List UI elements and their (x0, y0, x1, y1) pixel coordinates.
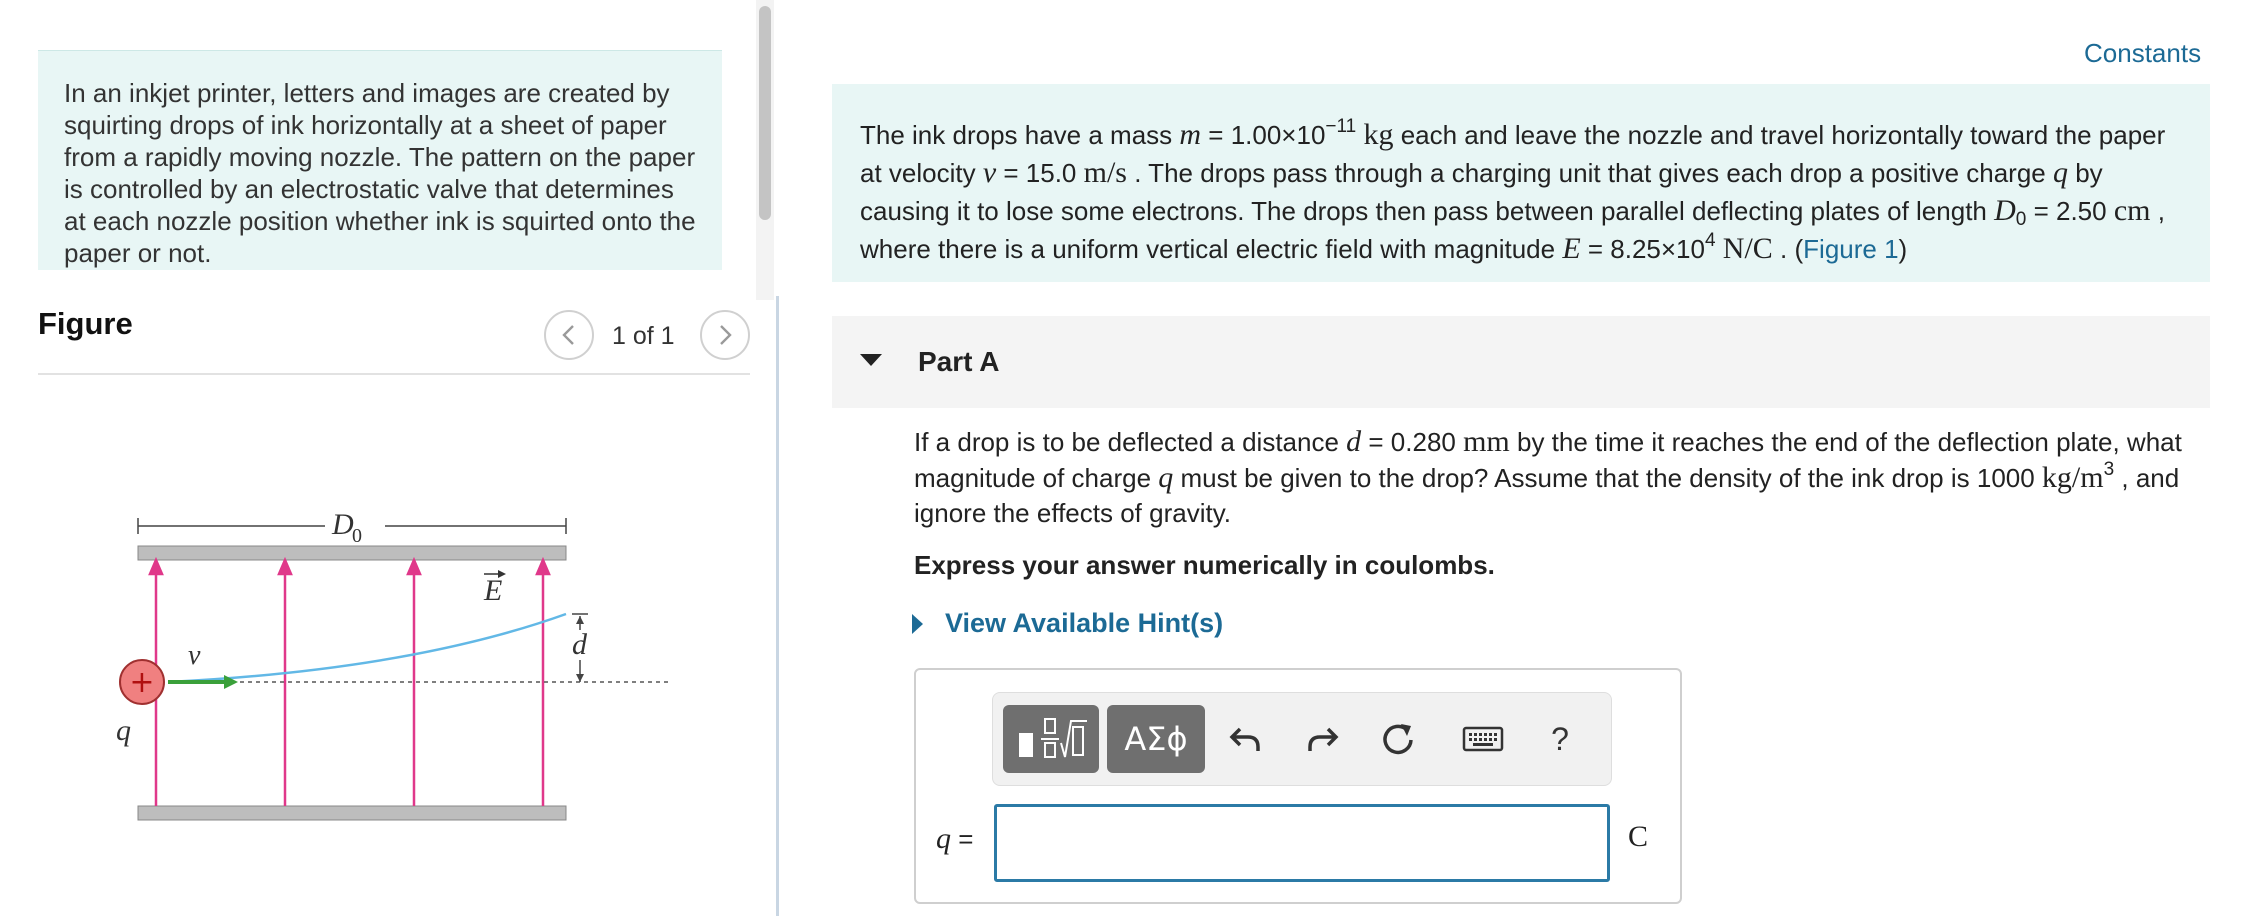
deflection-label: d (572, 628, 588, 661)
question-segment: If a drop is to be deflected a distance (914, 427, 1347, 457)
bottom-plate (137, 805, 567, 821)
scrollbar[interactable] (756, 0, 774, 300)
part-title: Part A (918, 346, 1000, 377)
expand-caret-icon[interactable] (912, 613, 923, 634)
reset-button[interactable] (1373, 713, 1423, 765)
deflection-symbol: d (1346, 425, 1362, 458)
fraction-sqrt-template-icon (1019, 718, 1087, 758)
answer-unit: C (1628, 820, 1649, 853)
mass-exponent: −11 (1325, 116, 1357, 137)
velocity-symbol: v (982, 156, 997, 189)
problem-text: = 8.25×10 (1580, 234, 1705, 264)
redo-button[interactable] (1297, 713, 1347, 765)
question-text: If a drop is to be deflected a distance … (914, 424, 2214, 531)
field-exponent: 4 (1704, 230, 1716, 251)
field-symbol: E (1562, 232, 1581, 265)
deflecting-plates-figure: D 0 E d v + q (116, 508, 672, 821)
length-label: D (331, 508, 354, 541)
greek-symbols-button[interactable]: ΑΣϕ (1107, 705, 1205, 773)
chevron-right-icon (720, 325, 732, 345)
answer-symbol: q (936, 822, 951, 855)
length-label-subscript: 0 (352, 525, 362, 547)
part-a-header[interactable]: Part A (832, 316, 2210, 408)
figure-link[interactable]: Figure 1 (1803, 234, 1898, 264)
undo-button[interactable] (1221, 713, 1271, 765)
next-figure-button[interactable] (700, 310, 750, 360)
question-segment: = 0.280 (1361, 427, 1464, 457)
keyboard-button[interactable] (1453, 713, 1513, 765)
density-unit: kg/m (2041, 461, 2104, 494)
density-exponent: 3 (2103, 459, 2115, 480)
plus-sign: + (129, 665, 154, 700)
charge-symbol: q (2052, 156, 2068, 189)
deflection-unit: mm (1463, 425, 1510, 458)
charge-symbol: q (1158, 461, 1174, 494)
figure-divider (38, 373, 750, 375)
left-pane: In an inkjet printer, letters and images… (0, 0, 780, 916)
answer-equals: = (951, 824, 974, 854)
answer-input[interactable] (994, 804, 1610, 882)
undo-icon (1229, 727, 1260, 751)
keyboard-icon (1462, 726, 1504, 752)
problem-text: ) (1898, 234, 1908, 264)
collapse-caret-icon[interactable] (860, 354, 882, 366)
problem-text: . The drops pass through a charging unit… (1126, 158, 2053, 188)
view-hints-toggle[interactable]: View Available Hint(s) (912, 608, 1223, 639)
previous-figure-button[interactable] (544, 310, 594, 360)
math-toolbar: ΑΣϕ ? (992, 692, 1612, 786)
length-subscript: 0 (2015, 209, 2027, 230)
answer-panel: ΑΣϕ ? q = C (914, 668, 1682, 904)
problem-statement: The ink drops have a mass m = 1.00×10−11… (832, 84, 2210, 282)
templates-button[interactable] (1003, 705, 1099, 773)
length-symbol: D (1994, 194, 2016, 227)
answer-instruction: Express your answer numerically in coulo… (914, 550, 1495, 580)
mass-unit: kg (1363, 118, 1394, 151)
problem-text: = 15.0 (996, 158, 1084, 188)
constants-link[interactable]: Constants (2084, 38, 2201, 69)
velocity-label: v (188, 640, 201, 671)
velocity-unit: m/s (1083, 156, 1127, 189)
top-plate (137, 545, 567, 561)
figure-title: Figure (38, 306, 133, 341)
problem-text: . ( (1772, 234, 1804, 264)
length-unit: cm (2113, 194, 2151, 227)
problem-text: = 2.50 (2026, 196, 2114, 226)
intro-text-box: In an inkjet printer, letters and images… (38, 50, 722, 270)
view-hints-label[interactable]: View Available Hint(s) (945, 608, 1223, 639)
answer-label: q = (936, 822, 973, 856)
figure-counter: 1 of 1 (612, 322, 675, 350)
chevron-left-icon (562, 325, 574, 345)
drop-trajectory (167, 612, 567, 684)
field-label: E (483, 574, 502, 607)
redo-icon (1308, 727, 1339, 751)
field-unit: N/C (1722, 232, 1773, 265)
problem-text: The ink drops have a mass (860, 120, 1180, 150)
mass-symbol: m (1179, 118, 1202, 151)
pane-divider[interactable] (776, 296, 779, 916)
charge-label: q (116, 714, 131, 747)
scrollbar-thumb[interactable] (759, 6, 771, 220)
problem-text: = 1.00×10 (1201, 120, 1326, 150)
intro-text: In an inkjet printer, letters and images… (64, 78, 696, 268)
help-button[interactable]: ? (1535, 713, 1585, 765)
question-segment: must be given to the drop? Assume that t… (1173, 463, 2042, 493)
reset-icon (1383, 724, 1413, 755)
